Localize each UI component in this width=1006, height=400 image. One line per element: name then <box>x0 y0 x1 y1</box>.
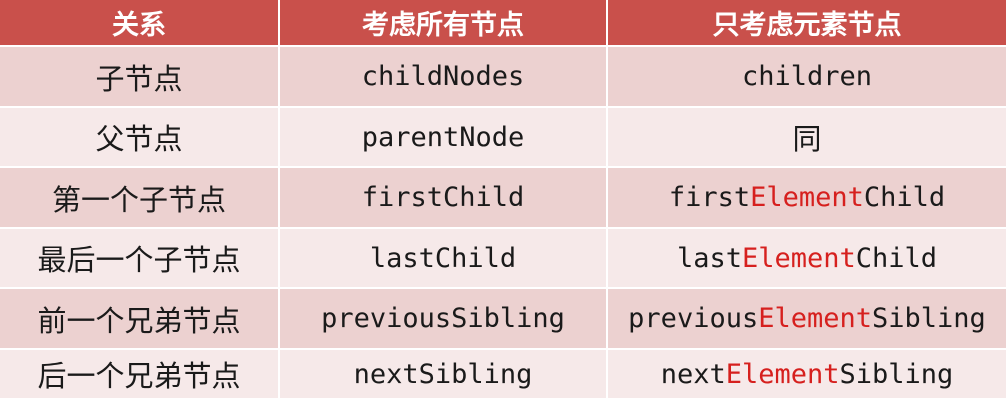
row-element-only: next Element Sibling <box>608 350 1006 400</box>
row-all-nodes: previousSibling <box>280 289 608 350</box>
element-highlight: Element <box>741 242 856 274</box>
suffix: Child <box>863 182 946 213</box>
row-relation: 前一个兄弟节点 <box>0 289 280 350</box>
row-element-only: children <box>608 47 1006 108</box>
prefix: children <box>741 61 873 92</box>
row-element-only: 同 <box>608 108 1006 168</box>
row-all-nodes: nextSibling <box>280 350 608 400</box>
suffix: Child <box>855 242 938 274</box>
suffix: Sibling <box>872 303 986 334</box>
prefix: 同 <box>792 122 822 156</box>
suffix: Sibling <box>839 358 954 390</box>
row-all-nodes: childNodes <box>280 47 608 108</box>
row-element-only: first Element Child <box>608 168 1006 229</box>
row-all-nodes: firstChild <box>280 168 608 229</box>
row-relation: 子节点 <box>0 47 280 108</box>
row-relation: 后一个兄弟节点 <box>0 350 280 400</box>
header-relation: 关系 <box>0 0 280 47</box>
row-relation: 父节点 <box>0 108 280 168</box>
element-highlight: Element <box>758 303 873 334</box>
element-highlight: Element <box>725 358 840 390</box>
element-highlight: Element <box>750 182 864 213</box>
dom-traversal-table: 关系 考虑所有节点 只考虑元素节点 子节点 childNodes childre… <box>0 0 1006 400</box>
row-element-only: previous Element Sibling <box>608 289 1006 350</box>
header-element-only: 只考虑元素节点 <box>608 0 1006 47</box>
row-relation: 最后一个子节点 <box>0 229 280 289</box>
prefix: previous <box>628 303 759 334</box>
row-relation: 第一个子节点 <box>0 168 280 229</box>
prefix: first <box>668 182 751 213</box>
prefix: last <box>676 242 742 274</box>
row-all-nodes: lastChild <box>280 229 608 289</box>
header-all-nodes: 考虑所有节点 <box>280 0 608 47</box>
row-element-only: last Element Child <box>608 229 1006 289</box>
row-all-nodes: parentNode <box>280 108 608 168</box>
prefix: next <box>660 358 726 390</box>
